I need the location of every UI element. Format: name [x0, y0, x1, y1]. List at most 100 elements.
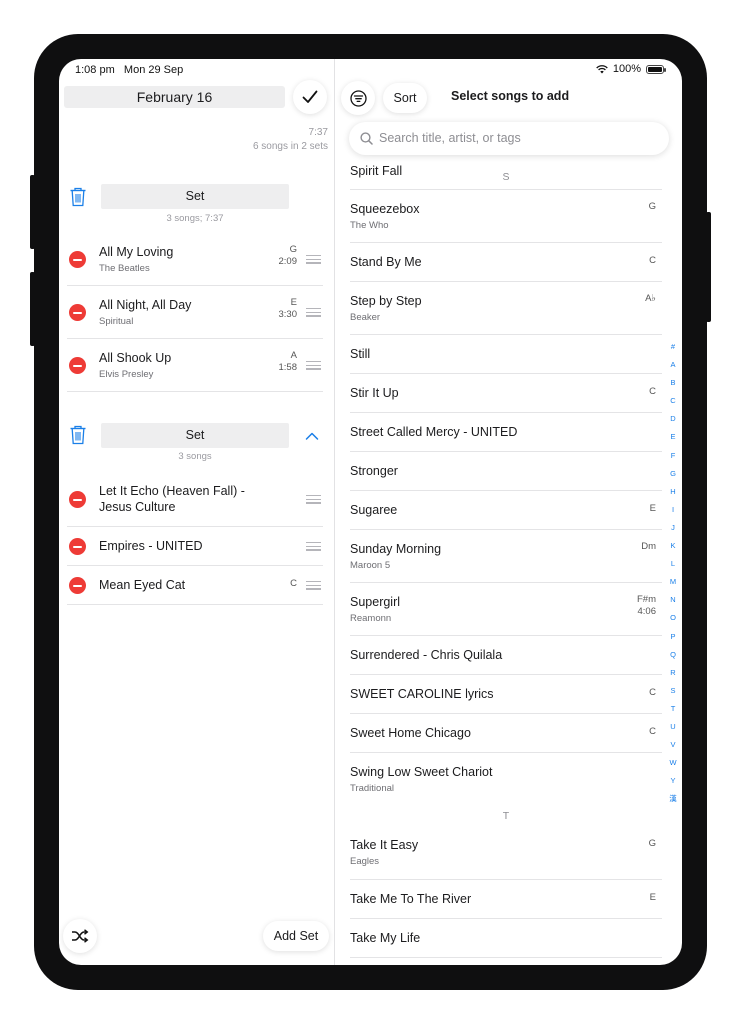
search-icon [360, 132, 373, 145]
song-row[interactable]: Sunday Morning Maroon 5 Dm [350, 530, 662, 583]
song-key: A♭ [645, 293, 656, 304]
index-letter[interactable]: I [666, 501, 680, 519]
index-letter[interactable]: W [666, 754, 680, 772]
song-key: G [648, 201, 656, 212]
song-row[interactable]: Take My Life [350, 919, 662, 958]
index-letter[interactable]: R [666, 664, 680, 682]
done-button[interactable] [293, 80, 327, 114]
set-2-subtitle: 3 songs [178, 451, 212, 462]
song-title-line-2: Jesus Culture [99, 500, 176, 514]
setlist-song-row[interactable]: All Night, All Day Spiritual E 3:30 [67, 286, 323, 339]
song-row[interactable]: Sweet Home Chicago C [350, 714, 662, 753]
index-letter[interactable]: Y [666, 772, 680, 790]
song-row[interactable]: Stir It Up C [350, 374, 662, 413]
song-artist: Elvis Presley [99, 369, 154, 380]
index-letter[interactable]: U [666, 718, 680, 736]
index-letter[interactable]: D [666, 410, 680, 428]
trash-icon[interactable] [69, 187, 87, 207]
song-row[interactable]: Surrendered - Chris Quilala [350, 636, 662, 675]
index-letter[interactable]: C [666, 392, 680, 410]
reorder-handle-icon[interactable] [306, 255, 321, 264]
setlist-song-row[interactable]: Mean Eyed Cat C [67, 566, 323, 605]
shuffle-button[interactable] [63, 919, 97, 953]
song-row[interactable]: Stronger [350, 452, 662, 491]
index-letter[interactable]: H [666, 483, 680, 501]
screen: 1:08 pm Mon 29 Sep 100% February 16 7:37… [59, 59, 682, 965]
search-input[interactable]: Search title, artist, or tags [349, 122, 669, 155]
song-key-duration: A 1:58 [279, 350, 298, 374]
trash-icon[interactable] [69, 425, 87, 445]
setlist-title-field[interactable]: February 16 [64, 86, 285, 108]
setlist-song-row[interactable]: All My Loving The Beatles G 2:09 [67, 233, 323, 286]
index-letter[interactable]: P [666, 628, 680, 646]
index-letter[interactable]: # [666, 338, 680, 356]
index-letter[interactable]: G [666, 465, 680, 483]
song-title: All Night, All Day [99, 298, 192, 312]
song-title: SWEET CAROLINE lyrics [350, 687, 494, 701]
song-title: All Shook Up [99, 351, 172, 365]
reorder-handle-icon[interactable] [306, 542, 321, 551]
song-title: Stronger [350, 464, 398, 478]
song-row[interactable]: Take Me To The River E [350, 880, 662, 919]
set-2-title[interactable]: Set [101, 423, 289, 448]
index-letter[interactable]: T [666, 700, 680, 718]
power-button [706, 212, 711, 322]
delete-song-button[interactable] [69, 251, 86, 268]
song-row[interactable]: Squeezebox The Who G [350, 190, 662, 243]
index-letter[interactable]: 漢 [666, 790, 680, 808]
song-row[interactable]: Take It Easy Eagles G [350, 827, 662, 880]
add-set-button[interactable]: Add Set [263, 921, 329, 951]
song-title: Empires - UNITED [99, 539, 203, 553]
index-letter[interactable]: M [666, 573, 680, 591]
reorder-handle-icon[interactable] [306, 581, 321, 590]
song-row[interactable]: Still [350, 335, 662, 374]
delete-song-button[interactable] [69, 357, 86, 374]
index-letter[interactable]: N [666, 591, 680, 609]
song-row[interactable]: Step by Step Beaker A♭ [350, 282, 662, 335]
filter-button[interactable] [341, 81, 375, 115]
set-1-title[interactable]: Set [101, 184, 289, 209]
song-duration: 2:09 [278, 256, 298, 267]
index-letter[interactable]: L [666, 555, 680, 573]
index-letter[interactable]: E [666, 428, 680, 446]
index-letter[interactable]: Q [666, 646, 680, 664]
song-duration: 1:58 [278, 362, 298, 373]
index-letter[interactable]: F [666, 447, 680, 465]
section-header: T [502, 810, 510, 822]
section-index[interactable]: # A B C D E F G H I J K L M N O P Q R S … [666, 338, 680, 808]
index-letter[interactable]: A [666, 356, 680, 374]
song-title: Step by Step [350, 294, 422, 308]
index-letter[interactable]: K [666, 537, 680, 555]
index-letter[interactable]: S [666, 682, 680, 700]
setlist-song-row[interactable]: Empires - UNITED [67, 527, 323, 566]
reorder-handle-icon[interactable] [306, 361, 321, 370]
song-key: E [649, 892, 656, 903]
delete-song-button[interactable] [69, 491, 86, 508]
song-key: G [289, 244, 297, 255]
index-letter[interactable]: V [666, 736, 680, 754]
setlist-summary: 6 songs in 2 sets [252, 141, 328, 152]
sort-button[interactable]: Sort [383, 83, 427, 113]
index-letter[interactable]: O [666, 609, 680, 627]
song-row[interactable]: Sugaree E [350, 491, 662, 530]
setlist-song-row[interactable]: Let It Echo (Heaven Fall) - Jesus Culture [67, 472, 323, 527]
setlist-song-row[interactable]: All Shook Up Elvis Presley A 1:58 [67, 339, 323, 392]
delete-song-button[interactable] [69, 577, 86, 594]
index-letter[interactable]: J [666, 519, 680, 537]
song-row[interactable]: Supergirl Reamonn F#m 4:06 [350, 583, 662, 636]
song-row[interactable]: Stand By Me C [350, 243, 662, 282]
song-title: Take My Life [350, 931, 421, 945]
song-row[interactable]: Street Called Mercy - UNITED [350, 413, 662, 452]
song-row[interactable]: SWEET CAROLINE lyrics C [350, 675, 662, 714]
song-key: G [648, 838, 656, 849]
song-key: E [649, 503, 656, 514]
reorder-handle-icon[interactable] [306, 495, 321, 504]
chevron-up-icon[interactable] [305, 431, 319, 441]
filter-icon [349, 89, 367, 107]
reorder-handle-icon[interactable] [306, 308, 321, 317]
delete-song-button[interactable] [69, 304, 86, 321]
song-row[interactable]: Swing Low Sweet Chariot Traditional [350, 753, 662, 806]
delete-song-button[interactable] [69, 538, 86, 555]
index-letter[interactable]: B [666, 374, 680, 392]
song-artist: Maroon 5 [350, 560, 391, 571]
